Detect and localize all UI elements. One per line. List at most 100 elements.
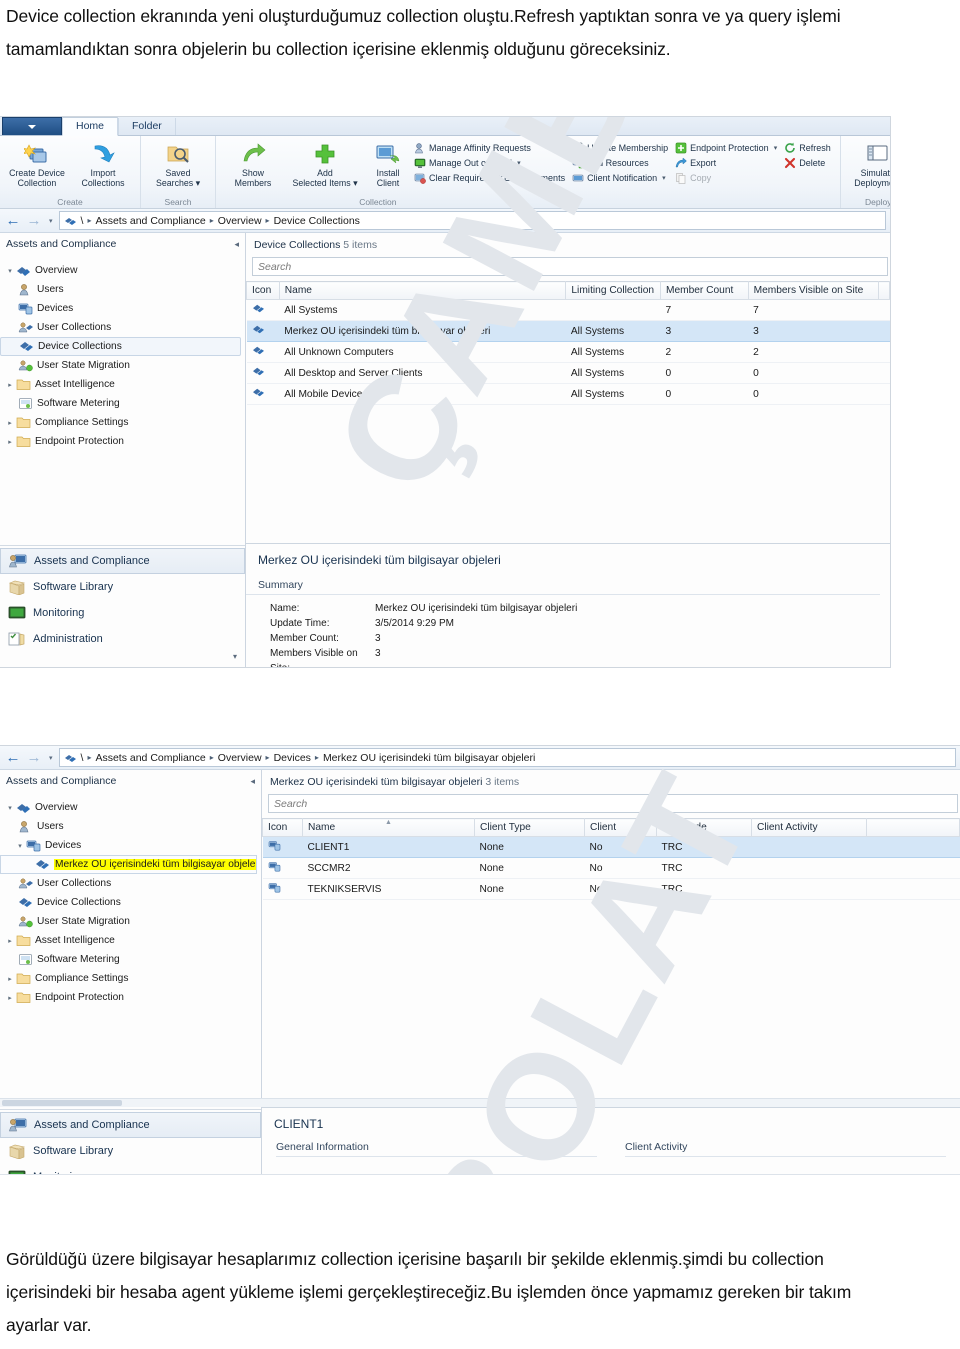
column-header-member-count[interactable]: Member Count	[659, 281, 749, 300]
tree-item-asset-intelligence[interactable]: ▸ Asset Intelligence	[0, 375, 245, 394]
tree-item-compliance-settings[interactable]: ▸ Compliance Settings	[0, 413, 245, 432]
expand-twisty-icon[interactable]: ▸	[4, 937, 16, 945]
expand-twisty-icon[interactable]: ▾	[4, 804, 16, 812]
breadcrumb-item-1[interactable]: Overview	[218, 752, 262, 764]
column-header-site-code[interactable]: Site Code	[656, 818, 752, 837]
manage-affinity-requests-button[interactable]: Manage Affinity Requests	[412, 140, 570, 155]
expand-twisty-icon[interactable]: ▸	[4, 975, 16, 983]
tree-item-user-collections[interactable]: User Collections	[0, 318, 245, 337]
tree-item-users[interactable]: Users	[0, 280, 245, 299]
tab-folder[interactable]: Folder	[118, 118, 176, 135]
export-button[interactable]: Export	[673, 155, 782, 170]
history-dropdown-icon[interactable]: ▾	[46, 217, 56, 225]
expand-twisty-icon[interactable]: ▸	[4, 419, 16, 427]
search-input-collections[interactable]: Search	[252, 257, 888, 276]
copy-button[interactable]: Copy	[673, 170, 782, 185]
create-device-collection-button[interactable]: Create Device Collection	[4, 138, 70, 188]
forward-icon[interactable]: →	[25, 750, 43, 765]
table-row[interactable]: SCCMR2 None No TRC	[262, 857, 960, 879]
tree-item-users[interactable]: Users	[0, 817, 261, 836]
column-header-name[interactable]: ▲ Name	[302, 818, 475, 837]
column-header-icon[interactable]: Icon	[262, 818, 303, 837]
breadcrumb-item-0[interactable]: Assets and Compliance	[95, 215, 205, 227]
breadcrumb-item-1[interactable]: Overview	[218, 215, 262, 227]
workspace-assets-and-compliance[interactable]: Assets and Compliance	[0, 548, 245, 574]
collapse-pane-icon[interactable]: ◂	[250, 776, 255, 787]
expand-twisty-icon[interactable]: ▸	[4, 994, 16, 1002]
tree-item-user-state-migration[interactable]: User State Migration	[0, 356, 245, 375]
tree-item-compliance-settings[interactable]: ▸ Compliance Settings	[0, 969, 261, 988]
column-header-client[interactable]: Client	[584, 818, 657, 837]
tree-item-user-collections[interactable]: User Collections	[0, 874, 261, 893]
application-menu-button[interactable]	[2, 117, 62, 135]
manage-out-of-band-button[interactable]: Manage Out of Band ▾	[412, 155, 570, 170]
back-icon[interactable]: ←	[4, 213, 22, 228]
column-header-icon[interactable]: Icon	[246, 281, 280, 300]
show-members-button[interactable]: Show Members	[220, 138, 286, 188]
screenshot-collection-members: ← → ▾ \ ▸ Assets and Compliance ▸ Overvi…	[0, 745, 960, 1175]
tree-item-device-collections[interactable]: Device Collections	[0, 893, 261, 912]
tree-item-device-collections[interactable]: Device Collections	[0, 337, 241, 356]
column-header-name[interactable]: Name	[278, 281, 567, 300]
tab-home[interactable]: Home	[62, 117, 119, 136]
forward-icon[interactable]: →	[25, 213, 43, 228]
collapse-pane-icon[interactable]: ◂	[234, 239, 239, 250]
breadcrumb-item-2[interactable]: Devices	[274, 752, 311, 764]
expand-twisty-icon[interactable]: ▸	[4, 381, 16, 389]
workspace-software-library[interactable]: Software Library	[0, 574, 245, 600]
update-membership-button[interactable]: Update Membership	[570, 140, 673, 155]
delete-button[interactable]: Delete	[782, 155, 836, 170]
tree-item-overview[interactable]: ▾ Overview	[0, 798, 261, 817]
breadcrumb-item-0[interactable]: Assets and Compliance	[95, 752, 205, 764]
client-notification-button[interactable]: Client Notification ▾	[570, 170, 673, 185]
endpoint-protection-button[interactable]: Endpoint Protection ▾	[673, 140, 782, 155]
refresh-button[interactable]: Refresh	[782, 140, 836, 155]
breadcrumb-collections[interactable]: \ ▸ Assets and Compliance ▸ Overview ▸ D…	[58, 211, 886, 230]
tree-item-endpoint-protection[interactable]: ▸ Endpoint Protection	[0, 988, 261, 1007]
workspace-more-icon[interactable]: ▾	[0, 652, 245, 661]
install-client-button[interactable]: Install Client	[364, 138, 412, 188]
table-row[interactable]: CLIENT1 None No TRC	[262, 836, 960, 858]
tree-item-user-state-migration[interactable]: User State Migration	[0, 912, 261, 931]
workspace-monitoring[interactable]: Monitoring	[0, 1164, 261, 1174]
history-dropdown-icon[interactable]: ▾	[46, 754, 56, 762]
tree-item-software-metering[interactable]: Software Metering	[0, 950, 261, 969]
column-header-members-visible[interactable]: Members Visible on Site	[747, 281, 880, 300]
column-header-client-activity[interactable]: Client Activity	[751, 818, 867, 837]
back-icon[interactable]: ←	[4, 750, 22, 765]
scrollbar-thumb[interactable]	[2, 1100, 122, 1106]
add-selected-items-button[interactable]: Add Selected Items ▾	[286, 138, 364, 188]
breadcrumb-members[interactable]: \ ▸ Assets and Compliance ▸ Overview ▸ D…	[58, 748, 956, 767]
expand-twisty-icon[interactable]: ▾	[14, 842, 26, 850]
table-row[interactable]: All Desktop and Server Clients All Syste…	[246, 362, 890, 384]
breadcrumb-item-2[interactable]: Device Collections	[274, 215, 360, 227]
tree-item-endpoint-protection[interactable]: ▸ Endpoint Protection	[0, 432, 245, 451]
workspace-administration[interactable]: Administration	[0, 626, 245, 652]
column-header-client-type[interactable]: Client Type	[474, 818, 585, 837]
table-row[interactable]: All Systems 7 7	[246, 299, 890, 321]
saved-searches-button[interactable]: Saved Searches ▾	[145, 138, 211, 188]
tree-item-asset-intelligence[interactable]: ▸ Asset Intelligence	[0, 931, 261, 950]
add-resources-button[interactable]: Add Resources	[570, 155, 673, 170]
tree-item-devices[interactable]: Devices	[0, 299, 245, 318]
table-row[interactable]: All Unknown Computers All Systems 2 2	[246, 341, 890, 363]
table-row[interactable]: All Mobile Devices All Systems 0 0	[246, 383, 890, 405]
breadcrumb-item-3[interactable]: Merkez OU içerisindeki tüm bilgisayar ob…	[323, 752, 535, 764]
workspace-monitoring[interactable]: Monitoring	[0, 600, 245, 626]
tree-item-software-metering[interactable]: Software Metering	[0, 394, 245, 413]
tree-item-devices[interactable]: ▾ Devices	[0, 836, 261, 855]
horizontal-scrollbar-members[interactable]	[0, 1098, 960, 1107]
column-header-limiting[interactable]: Limiting Collection	[565, 281, 661, 300]
import-collections-button[interactable]: Import Collections	[70, 138, 136, 188]
tree-item-merkez-ou-collection[interactable]: Merkez OU içerisindeki tüm bilgisayar ob…	[0, 855, 257, 874]
workspace-software-library[interactable]: Software Library	[0, 1138, 261, 1164]
table-row[interactable]: TEKNIKSERVIS None No TRC	[262, 878, 960, 900]
clear-required-pxe-deployments-button[interactable]: Clear Required PXE Deployments	[412, 170, 570, 185]
table-row[interactable]: Merkez OU içerisindeki tüm bilgisayar ob…	[246, 320, 890, 342]
tree-item-overview[interactable]: ▾ Overview	[0, 261, 245, 280]
expand-twisty-icon[interactable]: ▸	[4, 438, 16, 446]
workspace-assets-and-compliance[interactable]: Assets and Compliance	[0, 1112, 261, 1138]
search-input-members[interactable]: Search	[268, 794, 958, 813]
simulate-deployment-button[interactable]: Simulate Deployment	[845, 138, 890, 188]
expand-twisty-icon[interactable]: ▾	[4, 267, 16, 275]
